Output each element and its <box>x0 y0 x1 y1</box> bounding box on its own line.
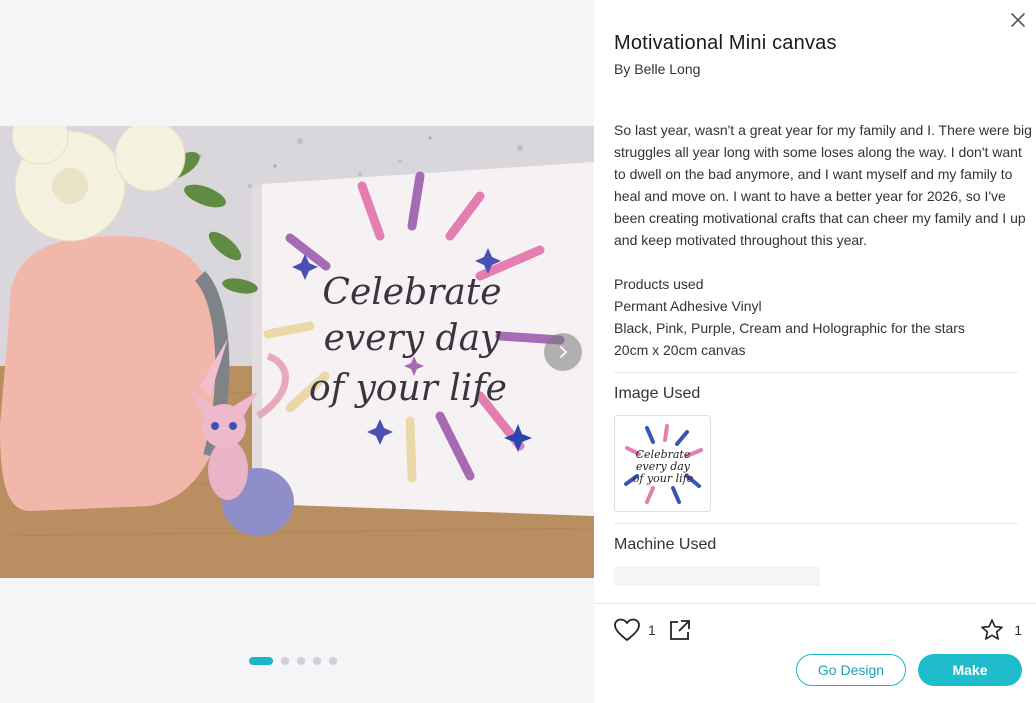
heart-icon <box>614 618 640 642</box>
project-details-panel: Motivational Mini canvas By Belle Long S… <box>594 0 1036 703</box>
project-title: Motivational Mini canvas <box>614 32 837 54</box>
image-used-heading: Image Used <box>614 385 701 402</box>
thumb-line-3: of your life <box>632 472 693 485</box>
product-item: Black, Pink, Purple, Cream and Holograph… <box>614 320 965 336</box>
favorite-count: 1 <box>1014 622 1022 638</box>
image-gallery: Celebrate every day of your life <box>0 0 594 703</box>
product-item: Permant Adhesive Vinyl <box>614 298 762 314</box>
product-item: 20cm x 20cm canvas <box>614 342 746 358</box>
photo-line-2: every day <box>324 318 501 359</box>
author-byline[interactable]: By Belle Long <box>614 61 1016 77</box>
star-icon <box>981 619 1004 640</box>
divider <box>614 372 1018 373</box>
carousel-dot-2[interactable] <box>281 657 289 665</box>
action-footer: 1 1 Go Design Make <box>594 603 1036 703</box>
carousel-indicator <box>249 657 337 665</box>
project-photo: Celebrate every day of your life <box>0 126 594 578</box>
products-list: Products used Permant Adhesive Vinyl Bla… <box>614 273 1016 361</box>
share-icon <box>670 620 690 640</box>
carousel-dot-3[interactable] <box>297 657 305 665</box>
like-count: 1 <box>648 622 656 638</box>
next-image-button[interactable] <box>544 333 582 371</box>
like-button[interactable]: 1 <box>614 618 656 642</box>
carousel-dot-4[interactable] <box>313 657 321 665</box>
carousel-dot-1[interactable] <box>249 657 273 665</box>
carousel-dot-5[interactable] <box>329 657 337 665</box>
share-button[interactable] <box>668 618 692 647</box>
products-heading: Products used <box>614 276 704 292</box>
project-description: So last year, wasn't a great year for my… <box>614 122 1032 248</box>
details-scroll-area[interactable]: Motivational Mini canvas By Belle Long S… <box>594 0 1036 603</box>
favorite-button[interactable]: 1 <box>980 618 1022 642</box>
photo-line-1: Celebrate <box>322 272 501 313</box>
photo-line-3: of your life <box>309 368 507 409</box>
image-used-thumbnail[interactable]: Celebrate every day of your life <box>614 415 711 512</box>
divider <box>614 523 1018 524</box>
make-button[interactable]: Make <box>918 654 1022 686</box>
go-design-button[interactable]: Go Design <box>796 654 906 686</box>
machine-card[interactable] <box>614 566 820 586</box>
chevron-right-icon <box>560 346 568 358</box>
machine-used-heading: Machine Used <box>614 536 717 553</box>
